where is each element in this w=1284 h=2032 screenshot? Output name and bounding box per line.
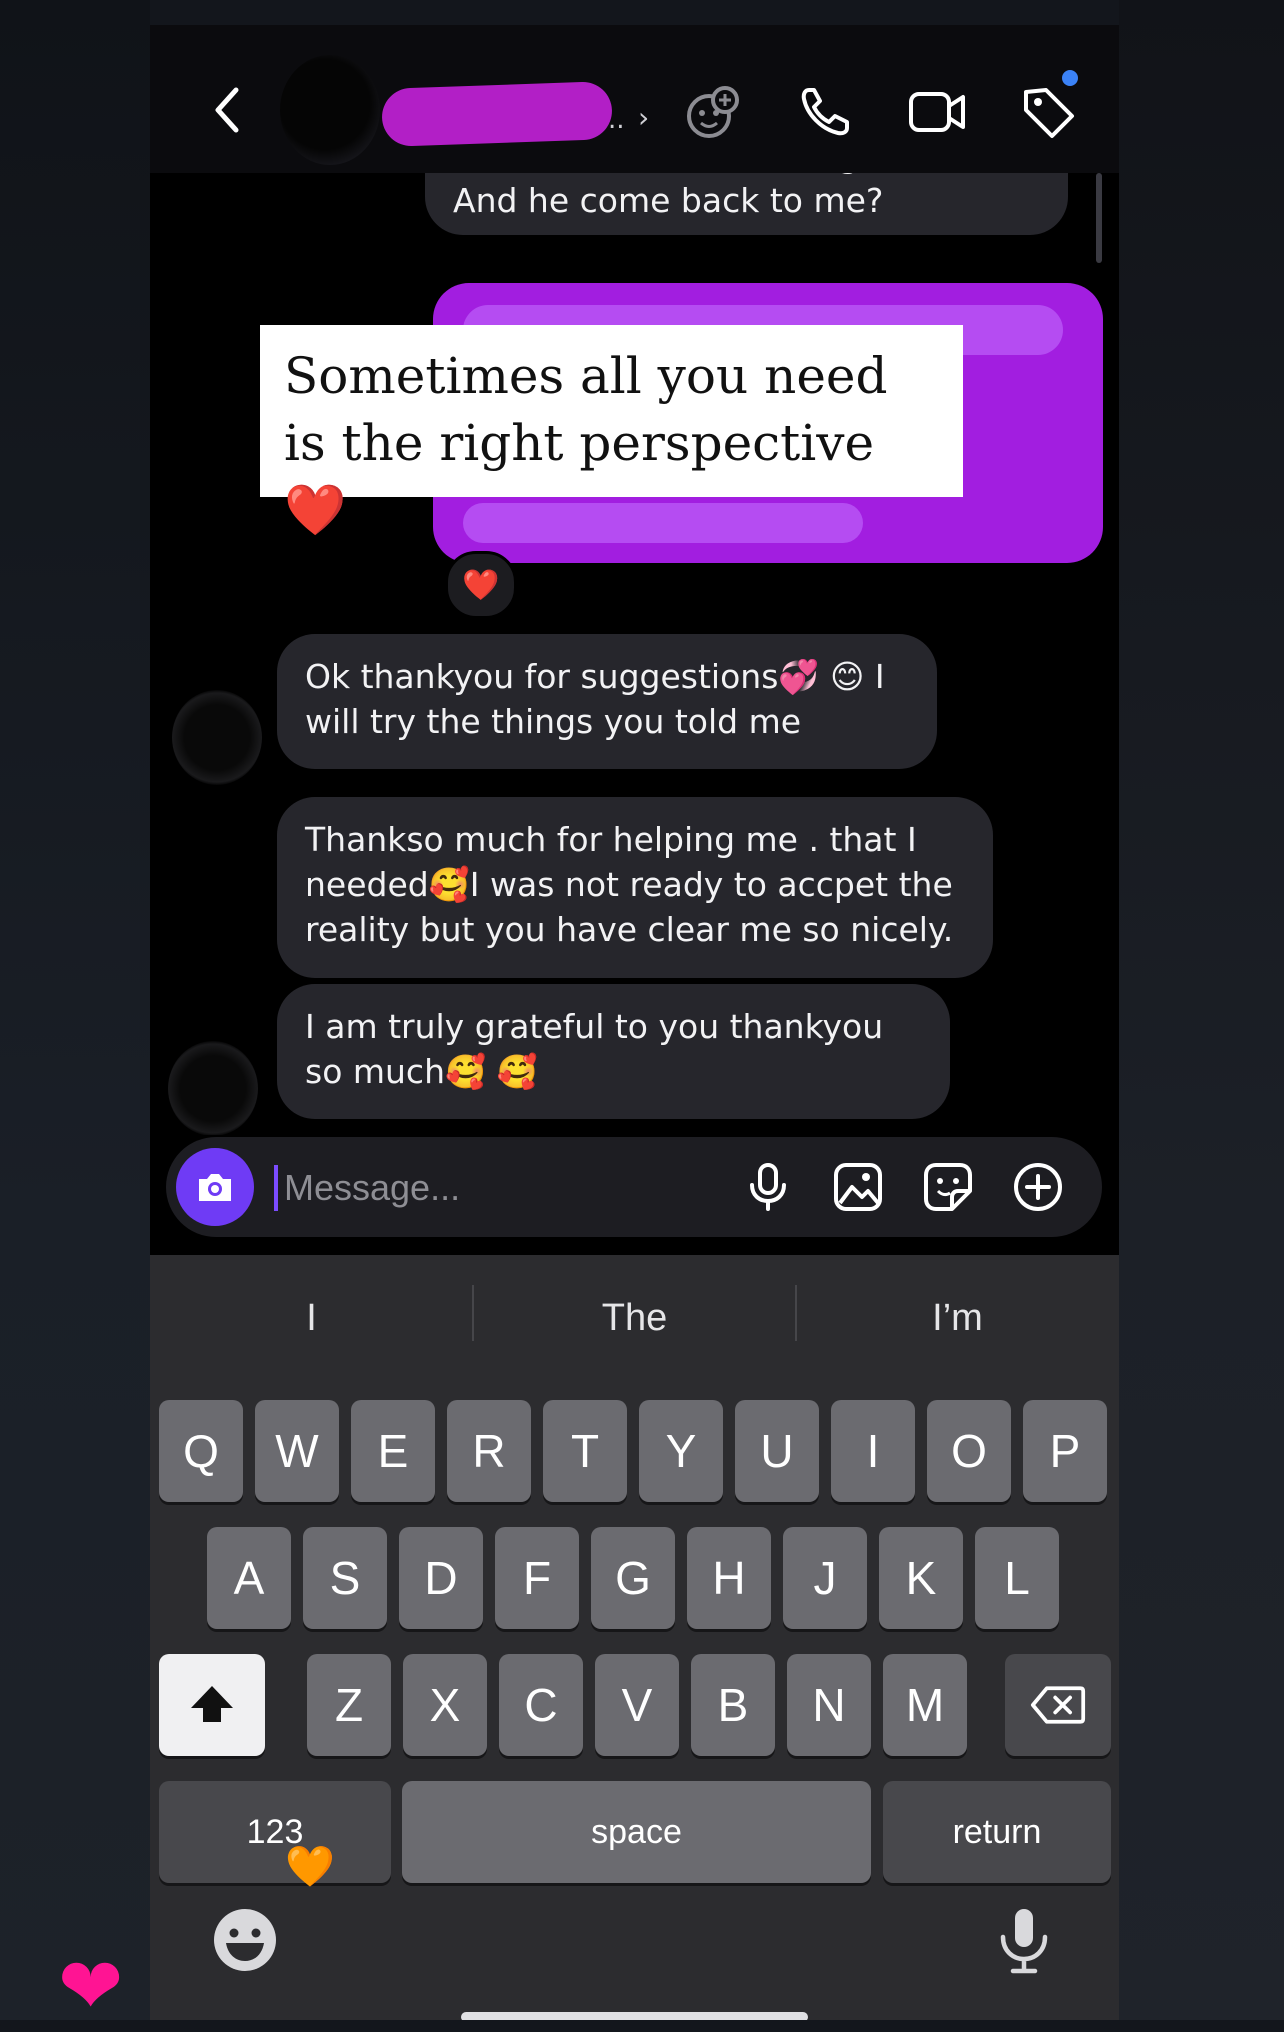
key-a[interactable]: A <box>207 1527 291 1629</box>
received-message[interactable]: Ok thankyou for suggestions💞 😊 I will tr… <box>277 634 937 769</box>
key-e[interactable]: E <box>351 1400 435 1502</box>
key-d[interactable]: D <box>399 1527 483 1629</box>
camera-button[interactable] <box>176 1148 254 1226</box>
gallery-icon[interactable] <box>832 1161 884 1213</box>
numbers-key[interactable]: 123 <box>159 1781 391 1883</box>
key-f[interactable]: F <box>495 1527 579 1629</box>
key-g[interactable]: G <box>591 1527 675 1629</box>
chat-thread[interactable]: What should I do if I forget him? And he… <box>150 173 1119 1135</box>
key-v[interactable]: V <box>595 1654 679 1756</box>
backspace-icon <box>1030 1686 1086 1724</box>
shift-key[interactable] <box>159 1654 265 1756</box>
composer-area <box>150 1135 1119 1255</box>
dictation-microphone-icon[interactable] <box>989 1905 1059 1975</box>
key-m[interactable]: M <box>883 1654 967 1756</box>
message-text: Thankso much for helping me . that I nee… <box>305 820 954 949</box>
redacted-text <box>463 503 863 543</box>
text-cursor <box>274 1165 278 1211</box>
tag-icon[interactable] <box>1018 82 1078 142</box>
key-u[interactable]: U <box>735 1400 819 1502</box>
suggestion-1[interactable]: I <box>150 1273 473 1363</box>
key-i[interactable]: I <box>831 1400 915 1502</box>
received-message[interactable]: Thankso much for helping me . that I nee… <box>277 797 993 978</box>
backspace-key[interactable] <box>1005 1654 1111 1756</box>
scrollbar[interactable] <box>1096 173 1102 263</box>
video-camera-icon[interactable] <box>907 82 967 142</box>
key-c[interactable]: C <box>499 1654 583 1756</box>
contact-name-redacted[interactable] <box>381 81 613 147</box>
key-x[interactable]: X <box>403 1654 487 1756</box>
key-q[interactable]: Q <box>159 1400 243 1502</box>
avatar[interactable] <box>172 690 262 785</box>
sticker-icon[interactable] <box>922 1161 974 1213</box>
notification-dot <box>1062 70 1078 86</box>
key-o[interactable]: O <box>927 1400 1011 1502</box>
plus-icon[interactable] <box>1012 1161 1064 1213</box>
message-text: What should I do if I forget him? And he… <box>453 173 983 220</box>
key-j[interactable]: J <box>783 1527 867 1629</box>
background-left <box>0 0 150 2020</box>
message-text: Ok thankyou for suggestions💞 😊 I will tr… <box>305 657 885 741</box>
avatar[interactable] <box>280 55 380 165</box>
emoji-icon[interactable] <box>210 1905 280 1975</box>
chevron-right-icon: › <box>638 101 650 134</box>
key-k[interactable]: K <box>879 1527 963 1629</box>
key-p[interactable]: P <box>1023 1400 1107 1502</box>
key-l[interactable]: L <box>975 1527 1059 1629</box>
received-message[interactable]: I am truly grateful to you thankyou so m… <box>277 984 950 1119</box>
key-b[interactable]: B <box>691 1654 775 1756</box>
return-key[interactable]: return <box>883 1781 1111 1883</box>
key-s[interactable]: S <box>303 1527 387 1629</box>
effects-icon[interactable] <box>685 82 745 142</box>
key-y[interactable]: Y <box>639 1400 723 1502</box>
floating-heart-icon: 🧡 <box>285 1845 335 1889</box>
message-input[interactable] <box>282 1159 686 1217</box>
key-w[interactable]: W <box>255 1400 339 1502</box>
avatar[interactable] <box>168 1041 258 1135</box>
background-right <box>1119 0 1284 2020</box>
heart-reaction[interactable]: ❤️ <box>445 551 517 619</box>
message-composer <box>166 1137 1102 1237</box>
keyboard: I The I’m Q W E R T Y U I O P A S D F G … <box>150 1255 1119 2020</box>
suggestion-2[interactable]: The <box>473 1273 796 1363</box>
key-r[interactable]: R <box>447 1400 531 1502</box>
microphone-icon[interactable] <box>742 1161 794 1213</box>
shift-arrow-icon <box>191 1686 233 1722</box>
space-key[interactable]: space <box>402 1781 871 1883</box>
key-n[interactable]: N <box>787 1654 871 1756</box>
chat-header: .. › <box>150 25 1119 173</box>
caption-overlay: Sometimes all you need is the right pers… <box>260 325 963 539</box>
camera-icon <box>199 1174 231 1201</box>
back-chevron-icon[interactable] <box>200 80 260 140</box>
key-h[interactable]: H <box>687 1527 771 1629</box>
floating-heart-icon: ❤ <box>58 1942 124 2032</box>
name-ellipsis: .. <box>608 105 625 135</box>
received-message-partial[interactable]: What should I do if I forget him? And he… <box>425 173 1068 235</box>
key-t[interactable]: T <box>543 1400 627 1502</box>
suggestion-3[interactable]: I’m <box>796 1273 1119 1363</box>
phone-icon[interactable] <box>795 82 855 142</box>
message-text: I am truly grateful to you thankyou so m… <box>305 1007 884 1091</box>
home-indicator[interactable] <box>461 2012 808 2020</box>
phone-screen: .. › What should I do if I forget him? A… <box>150 25 1119 2020</box>
key-z[interactable]: Z <box>307 1654 391 1756</box>
